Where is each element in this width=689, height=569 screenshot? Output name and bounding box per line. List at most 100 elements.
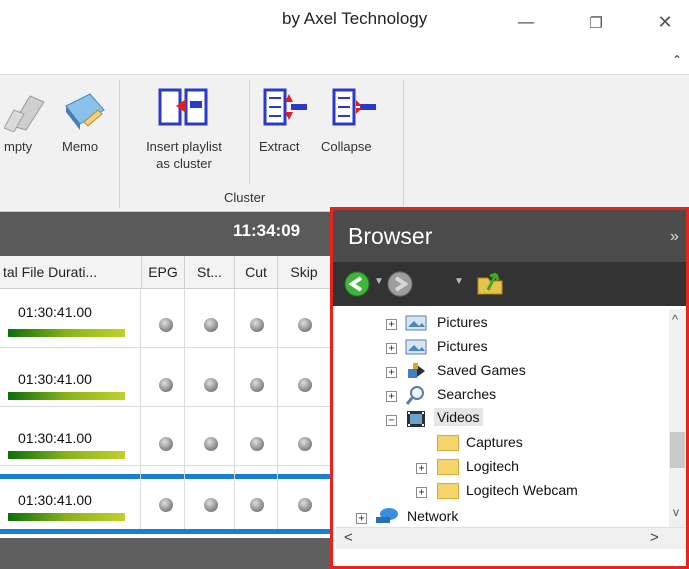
insert-playlist-label-1: Insert playlist xyxy=(146,139,222,154)
memo-button-label: Memo xyxy=(62,139,99,154)
duration-bar xyxy=(8,513,125,521)
folder-up-icon[interactable] xyxy=(476,268,506,298)
status-led xyxy=(204,437,218,451)
extract-button-label: Extract xyxy=(259,139,300,154)
duration-bar xyxy=(8,392,125,400)
tree-item-logitech[interactable]: Logitech xyxy=(466,458,519,474)
maximize-button[interactable]: ❐ xyxy=(581,10,611,36)
back-arrow-icon[interactable] xyxy=(343,270,371,298)
tree-item-logitech-webcam[interactable]: Logitech Webcam xyxy=(466,482,578,498)
close-button[interactable]: ✕ xyxy=(650,10,680,36)
ribbon-separator xyxy=(249,80,250,184)
column-header-cut[interactable]: Cut xyxy=(235,256,278,288)
collapse-button[interactable]: Collapse xyxy=(318,82,394,182)
forward-dropdown-icon[interactable]: ▼ xyxy=(454,276,464,287)
ribbon-separator xyxy=(119,80,120,208)
column-header-epg[interactable]: EPG xyxy=(142,256,185,288)
scroll-left-icon[interactable]: < xyxy=(344,529,353,546)
row-duration: 01:30:41.00 xyxy=(18,492,92,508)
row-duration: 01:30:41.00 xyxy=(18,430,92,446)
memo-icon xyxy=(65,93,105,130)
memo-button[interactable]: Memo xyxy=(56,82,112,182)
clock-display: 11:34:09 xyxy=(233,221,301,240)
ribbon-separator xyxy=(403,80,404,208)
folder-icon xyxy=(437,435,459,451)
tree-item-pictures[interactable]: Pictures xyxy=(437,314,488,330)
column-header-skip[interactable]: Skip xyxy=(278,256,330,288)
empty-button-label: mpty xyxy=(4,139,33,154)
tree-item-pictures[interactable]: Pictures xyxy=(437,338,488,354)
vertical-scrollbar[interactable] xyxy=(669,309,686,527)
cut-status-led xyxy=(250,498,264,512)
row-duration: 01:30:41.00 xyxy=(18,304,92,320)
scroll-up-icon[interactable]: ^ xyxy=(672,312,678,327)
tree-item-searches[interactable]: Searches xyxy=(437,386,496,402)
tree-expander[interactable]: − xyxy=(386,415,397,426)
epg-status-led xyxy=(159,378,173,392)
browser-title: Browser xyxy=(348,223,433,249)
horizontal-scrollbar[interactable] xyxy=(336,527,686,549)
tree-expander[interactable]: + xyxy=(386,319,397,330)
window-title: by Axel Technology xyxy=(282,9,428,28)
insert-playlist-label-2: as cluster xyxy=(156,156,212,171)
collapse-icon xyxy=(332,88,376,126)
cut-status-led xyxy=(250,437,264,451)
playlist-footer xyxy=(0,538,330,569)
tree-item-captures[interactable]: Captures xyxy=(466,434,523,450)
status-led xyxy=(204,498,218,512)
empty-button[interactable]: mpty xyxy=(0,82,58,182)
grid-line xyxy=(234,289,235,529)
extract-button[interactable]: Extract xyxy=(253,82,319,182)
minimize-button[interactable]: — xyxy=(511,10,541,36)
pictures-folder-icon xyxy=(405,339,427,355)
cut-status-led xyxy=(250,318,264,332)
tree-expander[interactable]: + xyxy=(416,463,427,474)
grid-line xyxy=(140,289,141,529)
extract-icon xyxy=(263,88,307,126)
epg-status-led xyxy=(159,437,173,451)
scroll-down-icon[interactable]: v xyxy=(673,505,679,519)
collapse-button-label: Collapse xyxy=(321,139,372,154)
duration-bar xyxy=(8,451,125,459)
tree-item-saved-games[interactable]: Saved Games xyxy=(437,362,526,378)
duration-bar xyxy=(8,329,125,337)
insert-playlist-icon xyxy=(158,88,208,126)
skip-status-led xyxy=(298,437,312,451)
column-header-total-file-duration[interactable]: tal File Durati... xyxy=(0,256,142,288)
back-dropdown-icon[interactable]: ▼ xyxy=(374,276,384,287)
grid-line xyxy=(184,289,185,529)
epg-status-led xyxy=(159,498,173,512)
vertical-scroll-thumb[interactable] xyxy=(670,432,685,468)
ribbon-group-label: Cluster xyxy=(224,190,266,205)
tree-item-videos[interactable]: Videos xyxy=(434,408,483,426)
searches-icon xyxy=(405,386,424,405)
saved-games-icon xyxy=(408,363,425,378)
pictures-folder-icon xyxy=(405,315,427,331)
skip-status-led xyxy=(298,318,312,332)
epg-status-led xyxy=(159,318,173,332)
tree-expander[interactable]: + xyxy=(386,343,397,354)
status-led xyxy=(204,318,218,332)
tree-expander[interactable]: + xyxy=(386,391,397,402)
skip-status-led xyxy=(298,378,312,392)
row-duration: 01:30:41.00 xyxy=(18,371,92,387)
tree-expander[interactable]: + xyxy=(416,487,427,498)
network-icon xyxy=(376,508,398,523)
cut-status-led xyxy=(250,378,264,392)
column-header-status[interactable]: St... xyxy=(185,256,235,288)
folder-icon xyxy=(437,483,459,499)
browser-more-button[interactable]: » xyxy=(670,228,679,246)
videos-folder-icon xyxy=(407,411,425,427)
skip-status-led xyxy=(298,498,312,512)
insert-playlist-as-cluster-button[interactable]: Insert playlist as cluster xyxy=(124,82,242,182)
forward-arrow-icon[interactable] xyxy=(386,270,414,298)
tree-item-network[interactable]: Network xyxy=(407,508,458,524)
folder-icon xyxy=(437,459,459,475)
scroll-right-icon[interactable]: > xyxy=(650,529,659,546)
tree-expander[interactable]: + xyxy=(386,367,397,378)
empty-icon xyxy=(4,95,45,132)
collapse-ribbon-icon[interactable]: ⌃ xyxy=(672,53,682,67)
status-led xyxy=(204,378,218,392)
selection-line xyxy=(0,529,330,534)
tree-expander[interactable]: + xyxy=(356,513,367,524)
